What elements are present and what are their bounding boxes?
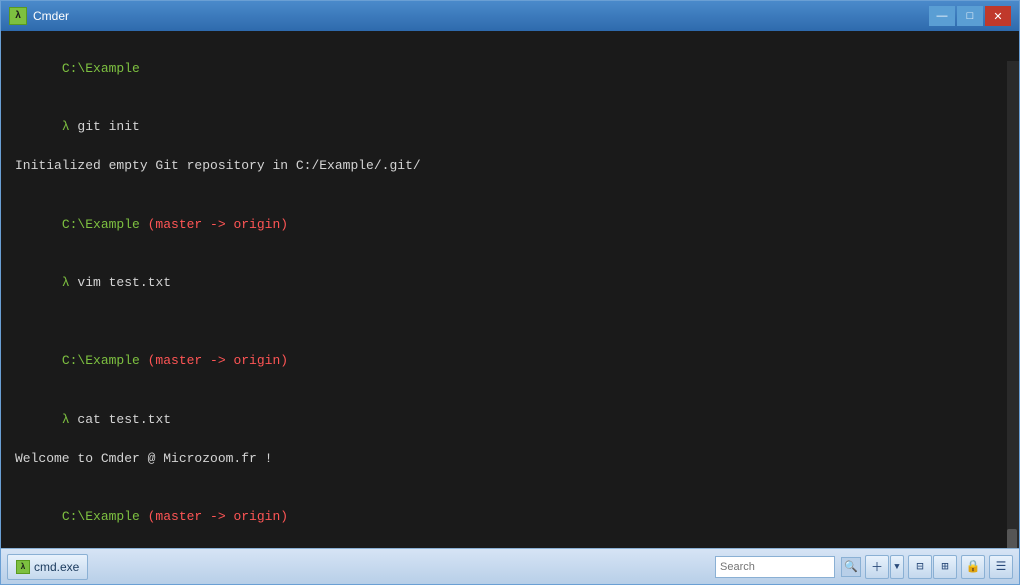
icon-btn-group: ＋ ▼ [865, 555, 904, 579]
tab-cmd[interactable]: λ cmd.exe [7, 554, 88, 580]
terminal-line: C:\Example (master -> origin) [15, 488, 1005, 547]
terminal-line [15, 312, 1005, 332]
terminal-line: Welcome to Cmder @ Microzoom.fr ! [15, 449, 1005, 469]
main-window: λ Cmder — □ ✕ C:\Example λ git init Init… [0, 0, 1020, 585]
bottom-bar: λ cmd.exe 🔍 ＋ ▼ ⊟ ⊞ 🔒 ☰ [1, 548, 1019, 584]
terminal-line: C:\Example [15, 39, 1005, 98]
terminal-line [15, 468, 1005, 488]
search-button[interactable]: 🔍 [841, 557, 861, 577]
add-button[interactable]: ＋ [865, 555, 889, 579]
scroll-thumb[interactable] [1007, 529, 1017, 548]
terminal-output[interactable]: C:\Example λ git init Initialized empty … [1, 31, 1019, 548]
search-input[interactable] [720, 561, 810, 573]
view-btn-group: ⊟ ⊞ [908, 555, 957, 579]
terminal-line: λ git init [15, 98, 1005, 157]
terminal-line: Initialized empty Git repository in C:/E… [15, 156, 1005, 176]
split-vertical-button[interactable]: ⊞ [933, 555, 957, 579]
tab-icon: λ [16, 560, 30, 574]
maximize-button[interactable]: □ [957, 6, 983, 26]
terminal-line: λ cat test.txt [15, 390, 1005, 449]
close-button[interactable]: ✕ [985, 6, 1011, 26]
settings-button[interactable]: ☰ [989, 555, 1013, 579]
scrollbar[interactable] [1007, 61, 1019, 548]
terminal-line: C:\Example (master -> origin) [15, 332, 1005, 391]
window-controls: — □ ✕ [929, 6, 1011, 26]
terminal-line: λ git add test.txt [15, 546, 1005, 548]
title-bar: λ Cmder — □ ✕ [1, 1, 1019, 31]
lock-button[interactable]: 🔒 [961, 555, 985, 579]
terminal-line: λ vim test.txt [15, 254, 1005, 313]
app-icon: λ [9, 7, 27, 25]
dropdown-button[interactable]: ▼ [890, 555, 904, 579]
minimize-button[interactable]: — [929, 6, 955, 26]
terminal-line [15, 176, 1005, 196]
search-box [715, 556, 835, 578]
window-title: Cmder [33, 9, 929, 23]
tab-label: cmd.exe [34, 560, 79, 574]
split-horizontal-button[interactable]: ⊟ [908, 555, 932, 579]
terminal-line: C:\Example (master -> origin) [15, 195, 1005, 254]
